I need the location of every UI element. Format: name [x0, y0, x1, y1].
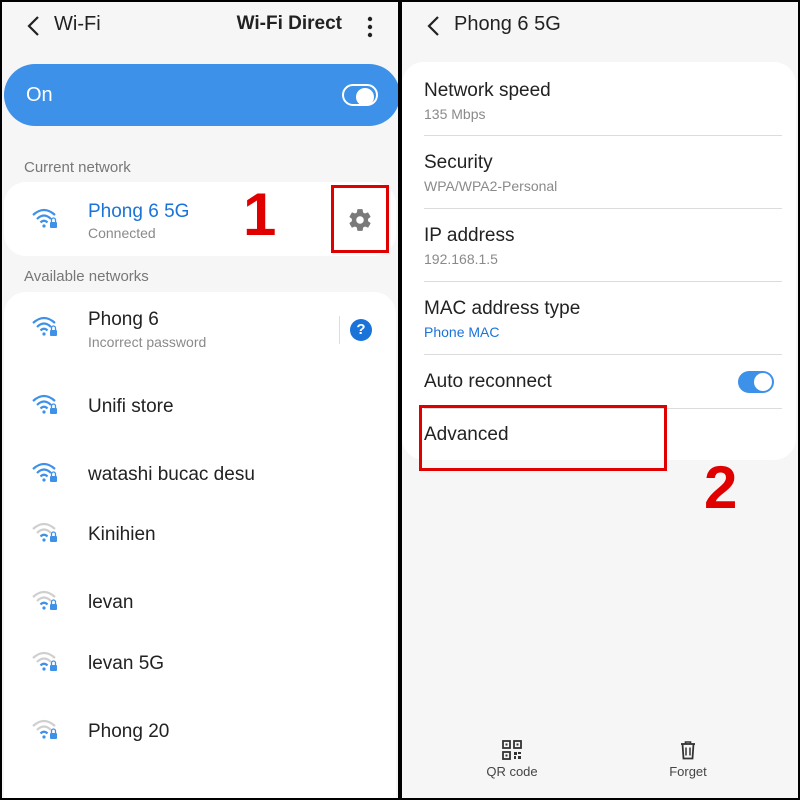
auto-reconnect-toggle[interactable]	[738, 371, 774, 393]
details-header: Phong 6 5G	[402, 2, 798, 52]
wifi-header: Wi-Fi Wi-Fi Direct	[2, 2, 398, 52]
setting-value: WPA/WPA2-Personal	[424, 178, 558, 194]
wifi-lock-icon	[32, 590, 57, 610]
wifi-lock-icon	[32, 522, 57, 542]
wifi-lock-icon	[32, 651, 57, 671]
forget-button[interactable]: Forget	[652, 740, 724, 779]
wifi-toggle[interactable]	[342, 84, 378, 106]
current-network-heading: Current network	[24, 159, 131, 176]
wifi-master-switch-bar[interactable]: On	[4, 64, 398, 126]
current-network-name: Phong 6 5G	[88, 201, 190, 222]
setting-value: 192.168.1.5	[424, 251, 498, 267]
current-network-status: Connected	[88, 225, 156, 241]
forget-label: Forget	[669, 764, 707, 779]
setting-title: Security	[424, 152, 493, 173]
back-arrow-icon[interactable]	[424, 14, 444, 38]
setting-value: 135 Mbps	[424, 106, 486, 122]
network-name: watashi bucac desu	[88, 464, 255, 485]
available-networks-list: Phong 6 Incorrect password ? Unifi store…	[4, 292, 396, 798]
qr-code-icon	[502, 740, 522, 760]
page-title: Phong 6 5G	[454, 13, 561, 35]
network-details-card: Network speed 135 Mbps Security WPA/WPA2…	[402, 62, 796, 460]
network-item[interactable]: levan	[4, 576, 396, 630]
setting-title: MAC address type	[424, 298, 581, 319]
qr-code-button[interactable]: QR code	[474, 740, 550, 779]
network-item[interactable]: Phong 6 Incorrect password ?	[4, 302, 396, 362]
wifi-direct-button[interactable]: Wi-Fi Direct	[237, 13, 342, 35]
auto-reconnect-row[interactable]: Auto reconnect	[402, 355, 796, 407]
network-name: levan 5G	[88, 653, 165, 674]
wifi-lock-icon	[32, 316, 57, 336]
network-name: Phong 6	[88, 309, 159, 330]
advanced-highlight-box	[419, 405, 667, 471]
setting-title: IP address	[424, 225, 515, 246]
page-title: Wi-Fi	[54, 13, 101, 35]
network-name: levan	[88, 592, 134, 613]
wifi-lock-icon	[32, 394, 57, 414]
network-speed-row: Network speed 135 Mbps	[402, 62, 796, 134]
network-name: Kinihien	[88, 524, 156, 545]
available-networks-heading: Available networks	[24, 268, 149, 285]
wifi-lock-icon	[32, 719, 57, 739]
network-item[interactable]: Phong 20	[4, 705, 396, 759]
trash-icon	[681, 741, 695, 760]
setting-title: Network speed	[424, 80, 551, 101]
step-number-1: 1	[243, 181, 277, 248]
gear-highlight-box	[331, 185, 389, 253]
setting-value: Phone MAC	[424, 324, 500, 340]
wifi-lock-icon	[32, 462, 57, 482]
network-item[interactable]: Kinihien	[4, 508, 396, 562]
step-number-2: 2	[704, 454, 738, 521]
divider	[339, 316, 340, 344]
network-name: Phong 20	[88, 721, 170, 742]
ip-address-row: IP address 192.168.1.5	[402, 209, 796, 281]
qr-code-label: QR code	[486, 764, 538, 779]
network-item[interactable]: watashi bucac desu	[4, 448, 396, 502]
network-details-screen: Phong 6 5G Network speed 135 Mbps Securi…	[402, 2, 798, 798]
setting-title: Auto reconnect	[424, 371, 552, 392]
wifi-settings-screen: Wi-Fi Wi-Fi Direct On Current network Ph…	[2, 2, 398, 798]
back-arrow-icon[interactable]	[24, 14, 44, 38]
security-row: Security WPA/WPA2-Personal	[402, 136, 796, 208]
more-options-icon[interactable]	[366, 16, 374, 38]
network-name: Unifi store	[88, 396, 174, 417]
help-icon[interactable]: ?	[350, 319, 372, 341]
network-status: Incorrect password	[88, 334, 207, 350]
master-switch-label: On	[26, 84, 53, 106]
wifi-lock-icon	[32, 208, 57, 228]
mac-address-type-row[interactable]: MAC address type Phone MAC	[402, 282, 796, 354]
network-item[interactable]: Unifi store	[4, 380, 396, 434]
network-item[interactable]: levan 5G	[4, 637, 396, 691]
